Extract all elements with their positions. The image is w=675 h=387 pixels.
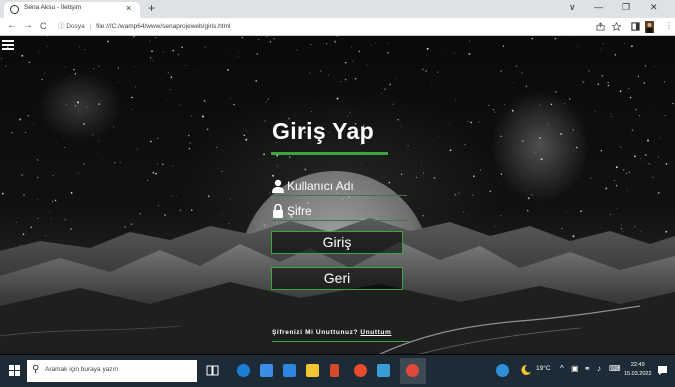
share-icon[interactable]	[596, 22, 605, 31]
clock-time: 22:49	[630, 362, 645, 368]
back-link-button[interactable]: Geri	[271, 267, 403, 290]
sidebar-icon[interactable]	[631, 22, 640, 31]
taskbar-search-box[interactable]: ⚲ Aramak için buraya yazın	[27, 360, 197, 382]
info-icon[interactable]: ⓘ	[58, 23, 65, 30]
chrome-icon[interactable]	[354, 364, 367, 377]
minimize-button[interactable]: —	[594, 2, 603, 12]
title-underline	[271, 152, 388, 155]
weather-temperature[interactable]: 19°C	[536, 365, 551, 372]
profile-icon[interactable]	[645, 21, 654, 33]
tab-title: Sena Aksu - İletişim	[24, 4, 82, 11]
chrome-active-icon[interactable]	[406, 364, 419, 377]
forgot-underline	[272, 341, 409, 342]
mail-icon[interactable]	[283, 364, 296, 377]
password-field	[271, 201, 407, 221]
edge-icon[interactable]	[237, 364, 250, 377]
volume-icon[interactable]: ♪	[597, 364, 601, 373]
search-icon: ⚲	[32, 364, 40, 375]
windows-start-icon[interactable]	[9, 365, 20, 376]
star-icon[interactable]	[612, 22, 621, 31]
back-button[interactable]: ←	[7, 20, 17, 31]
lock-icon	[273, 204, 283, 218]
keyboard-icon[interactable]: ⌨	[609, 364, 621, 373]
notification-icon[interactable]	[657, 365, 668, 376]
username-input[interactable]	[287, 177, 405, 194]
task-view-icon[interactable]	[206, 364, 219, 377]
more-menu-icon[interactable]: ⋮	[665, 21, 673, 30]
tray-overflow-icon[interactable]: ^	[560, 364, 564, 373]
web-icon[interactable]	[496, 364, 509, 377]
close-window-button[interactable]: ✕	[650, 2, 658, 13]
taskbar-clock[interactable]: 22:49 15.03.2022	[624, 361, 652, 379]
tab-search-button[interactable]: ∨	[569, 2, 576, 13]
monitor-icon[interactable]: ▣	[571, 364, 579, 373]
password-input[interactable]	[287, 202, 405, 219]
office-icon[interactable]	[330, 364, 339, 377]
browser-tab-strip: Sena Aksu - İletişim × + ∨ — ❐ ✕	[0, 0, 675, 18]
taskbar-search-placeholder: Aramak için buraya yazın	[45, 366, 118, 373]
login-button[interactable]: Giriş	[271, 231, 403, 254]
user-icon	[272, 179, 284, 193]
browser-tab[interactable]: Sena Aksu - İletişim ×	[4, 2, 140, 18]
tab-close-button[interactable]: ×	[126, 3, 131, 13]
hamburger-menu-icon[interactable]	[2, 40, 14, 52]
maximize-button[interactable]: ❐	[622, 2, 630, 13]
network-icon[interactable]: ⚭	[584, 364, 591, 373]
reload-button[interactable]: C	[40, 21, 47, 31]
clock-date: 15.03.2022	[624, 371, 652, 377]
login-title: Giriş Yap	[272, 118, 374, 144]
forward-button[interactable]: →	[23, 20, 33, 31]
browser-toolbar: ← → C ⓘ Dosya | file:///C:/wamp64/www/se…	[0, 18, 675, 36]
new-tab-button[interactable]: +	[148, 1, 155, 15]
windows-taskbar: ⚲ Aramak için buraya yazın 19°C ^ ▣ ⚭ ♪ …	[0, 355, 675, 387]
address-separator: |	[89, 23, 92, 30]
address-scheme: Dosya	[66, 23, 85, 30]
weather-moon-icon[interactable]	[520, 364, 532, 376]
address-url[interactable]: file:///C:/wamp64/www/senaprojeweb/giris…	[96, 23, 230, 30]
globe-icon	[10, 5, 19, 14]
forgot-password-link[interactable]: Unuttum	[360, 329, 391, 336]
file-explorer-icon[interactable]	[306, 364, 319, 377]
forgot-password-text: Şifrenizi Mi Unuttunuz? Unuttum	[272, 329, 391, 336]
vscode-icon[interactable]	[377, 364, 390, 377]
forgot-password-question: Şifrenizi Mi Unuttunuz?	[272, 329, 359, 336]
address-bar[interactable]: ⓘ Dosya | file:///C:/wamp64/www/senaproj…	[58, 20, 230, 34]
login-page: Giriş Yap Giriş Geri Şifrenizi Mi Unuttu…	[0, 36, 675, 354]
microsoft-store-icon[interactable]	[260, 364, 273, 377]
username-field	[271, 176, 407, 196]
